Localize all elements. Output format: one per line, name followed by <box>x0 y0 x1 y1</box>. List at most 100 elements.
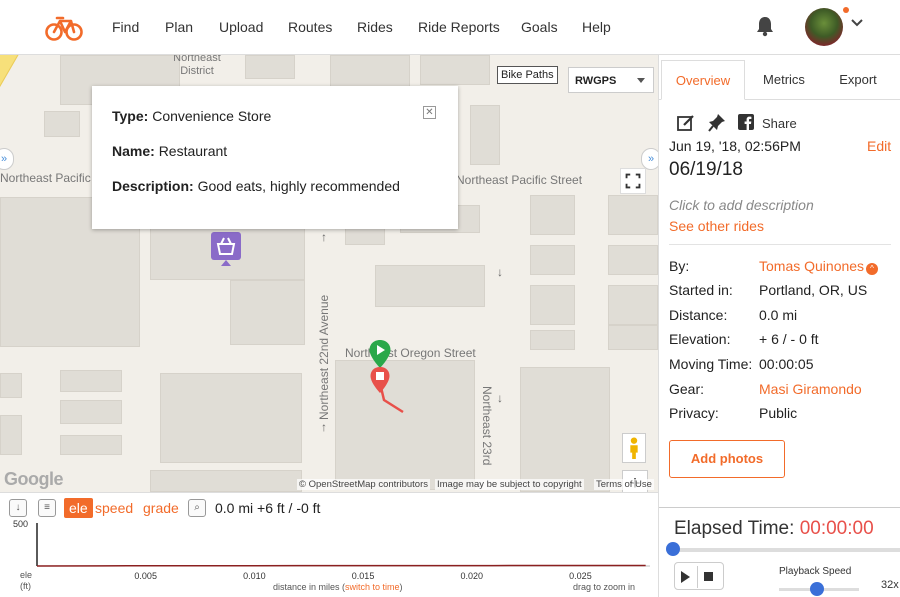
popup-description-value: Good eats, highly recommended <box>197 178 400 194</box>
popup-name-row: Name: Restaurant <box>112 143 227 159</box>
tab-speed[interactable]: speed <box>95 498 133 518</box>
notification-bell-icon[interactable] <box>755 15 775 37</box>
terms-of-use-link[interactable]: Terms of Use <box>594 479 654 490</box>
elevation-summary: 0.0 mi +6 ft / -0 ft <box>215 500 321 516</box>
notification-dot <box>843 7 849 13</box>
nav-routes[interactable]: Routes <box>288 19 332 35</box>
nav-find[interactable]: Find <box>112 19 139 35</box>
stat-label-privacy: Privacy: <box>669 405 719 421</box>
nav-help[interactable]: Help <box>582 19 611 35</box>
start-marker-icon[interactable] <box>368 339 392 369</box>
one-way-arrow-icon: ↑ <box>321 230 327 244</box>
playback-progress-track[interactable] <box>671 548 900 552</box>
x-tick-label: 0.015 <box>352 571 375 581</box>
ride-details-panel: Overview Metrics Export Share Jun 19, '1… <box>658 55 900 597</box>
user-avatar[interactable] <box>805 8 843 46</box>
playback-speed-label: Playback Speed <box>779 566 852 577</box>
see-other-rides-link[interactable]: See other rides <box>669 218 764 234</box>
close-icon[interactable]: ✕ <box>423 106 436 119</box>
rider-name-link[interactable]: Tomas Quinones <box>759 258 864 274</box>
elapsed-time-value: 00:00:00 <box>799 518 874 539</box>
play-icon[interactable] <box>681 571 690 583</box>
x-tick-label: 0.010 <box>243 571 266 581</box>
zoom-magnifier-icon[interactable]: ⌕ <box>188 499 206 517</box>
switch-to-time-link[interactable]: switch to time <box>345 582 400 592</box>
nav-rides[interactable]: Rides <box>357 19 393 35</box>
google-logo: Google <box>4 469 64 489</box>
playback-speed-handle[interactable] <box>810 582 824 596</box>
bicycle-logo-icon[interactable] <box>45 12 83 42</box>
y-tick-label: 500 <box>13 519 28 529</box>
stat-value-by[interactable]: Tomas Quinones ^ <box>759 258 879 275</box>
stop-icon[interactable] <box>704 572 713 581</box>
playback-speed-value: 32x <box>881 579 899 591</box>
one-way-arrow-icon: ↓ <box>497 391 503 405</box>
elevation-series-line <box>36 564 646 567</box>
share-button[interactable]: Share <box>762 116 797 131</box>
popup-name-label: Name: <box>112 143 155 159</box>
ride-title[interactable]: 06/19/18 <box>669 159 743 181</box>
imagery-copyright-note: Image may be subject to copyright <box>435 479 584 490</box>
add-photos-button[interactable]: Add photos <box>669 440 785 478</box>
y-axis-unit-line1: ele <box>20 570 33 580</box>
playback-progress-handle[interactable] <box>666 542 680 556</box>
x-tick-label: 0.025 <box>569 571 592 581</box>
elevation-chart[interactable]: 500 0.005 0.010 0.015 0.020 0.025 <box>0 518 658 582</box>
tab-overview[interactable]: Overview <box>661 60 745 100</box>
elapsed-time-label: Elapsed Time: <box>674 518 795 539</box>
popup-type-value: Convenience Store <box>152 108 272 124</box>
stat-label-distance: Distance: <box>669 307 728 323</box>
divider <box>697 566 698 588</box>
nav-goals[interactable]: Goals <box>521 19 558 35</box>
stat-value-distance: 0.0 mi <box>759 307 798 323</box>
bike-paths-toggle[interactable]: Bike Paths <box>497 66 558 84</box>
elevation-panel: ↓ ≡ ele speed grade ⌕ 0.0 mi +6 ft / -0 … <box>0 492 658 597</box>
panel-tabs: Overview Metrics Export <box>659 60 900 100</box>
facebook-icon[interactable] <box>738 114 754 130</box>
popup-description-label: Description: <box>112 178 194 194</box>
stat-value-privacy: Public <box>759 405 798 421</box>
chevron-up-icon[interactable]: ^ <box>866 263 879 275</box>
menu-lines-icon[interactable]: ≡ <box>38 499 56 517</box>
x-axis-label-end: ) <box>399 582 403 592</box>
nav-upload[interactable]: Upload <box>219 19 263 35</box>
fullscreen-icon[interactable] <box>620 168 646 194</box>
popup-type-row: Type: Convenience Store <box>112 108 271 124</box>
playback-controls: Elapsed Time: 00:00:00 Playback Speed 32… <box>659 507 900 597</box>
x-tick-label: 0.020 <box>460 571 483 581</box>
tab-export[interactable]: Export <box>823 60 893 100</box>
convenience-store-poi-icon[interactable] <box>211 232 241 268</box>
nav-ride-reports[interactable]: Ride Reports <box>418 19 500 35</box>
end-marker-icon[interactable] <box>369 366 391 394</box>
x-tick-label: 0.005 <box>134 571 157 581</box>
osm-attribution[interactable]: © OpenStreetMap contributors <box>297 479 430 490</box>
x-axis-label-text: distance in miles ( <box>273 582 346 592</box>
download-arrow-icon[interactable]: ↓ <box>9 499 27 517</box>
playback-button-group <box>674 562 724 590</box>
one-way-arrow-icon: ↑ <box>321 420 327 434</box>
nav-plan[interactable]: Plan <box>165 19 193 35</box>
one-way-arrow-icon: ↓ <box>497 265 503 279</box>
pin-icon[interactable] <box>708 113 726 132</box>
stat-value-started-in: Portland, OR, US <box>759 282 868 298</box>
tab-elevation[interactable]: ele <box>64 498 93 518</box>
collapse-right-toggle[interactable]: » <box>641 148 658 170</box>
street-view-pegman-icon[interactable] <box>622 433 646 463</box>
poi-info-popup: Type: Convenience Store Name: Restaurant… <box>92 86 458 229</box>
stat-value-elevation: + 6 / - 0 ft <box>759 331 819 347</box>
stat-label-elevation: Elevation: <box>669 331 731 347</box>
popup-description-row: Description: Good eats, highly recommend… <box>112 178 400 194</box>
ride-datetime: Jun 19, '18, 02:56PM <box>669 138 801 154</box>
add-description-link[interactable]: Click to add description <box>669 197 814 213</box>
x-axis-label: distance in miles (switch to time) <box>273 582 403 592</box>
stat-label-moving-time: Moving Time: <box>669 356 753 372</box>
edit-pencil-icon[interactable] <box>677 114 695 132</box>
popup-type-label: Type: <box>112 108 149 124</box>
tab-metrics[interactable]: Metrics <box>749 60 819 100</box>
tab-grade[interactable]: grade <box>143 498 179 518</box>
stat-value-gear[interactable]: Masi Giramondo <box>759 381 862 397</box>
map-type-select[interactable]: RWGPS <box>568 67 654 93</box>
stat-label-started-in: Started in: <box>669 282 733 298</box>
chevron-down-icon[interactable] <box>850 18 864 28</box>
edit-link[interactable]: Edit <box>867 138 891 154</box>
